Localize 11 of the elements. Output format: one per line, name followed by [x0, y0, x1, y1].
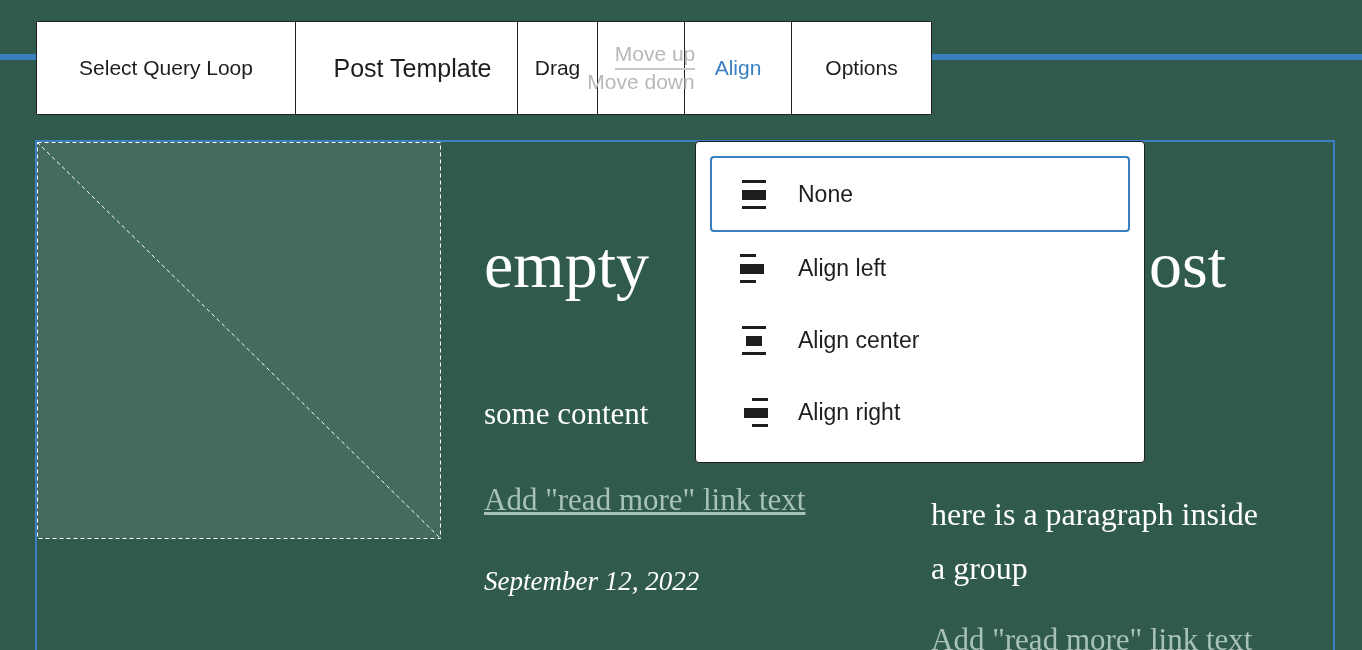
post-date: September 12, 2022 — [484, 565, 700, 597]
toolbar-button[interactable]: Select Query Loop — [37, 22, 296, 114]
align-option[interactable]: Align center — [710, 304, 1130, 376]
read-more-link[interactable]: Add "read more" link text — [484, 483, 806, 517]
group-paragraph: here is a paragraph inside a group — [931, 495, 1259, 588]
post-excerpt: some content — [484, 397, 649, 431]
align-option[interactable]: None — [710, 156, 1130, 232]
align-option[interactable]: Align left — [710, 232, 1130, 304]
align-option[interactable]: Align right — [710, 376, 1130, 448]
post-title: ost — [1148, 232, 1226, 298]
read-more-link[interactable]: Add "read more" link text — [931, 623, 1253, 650]
